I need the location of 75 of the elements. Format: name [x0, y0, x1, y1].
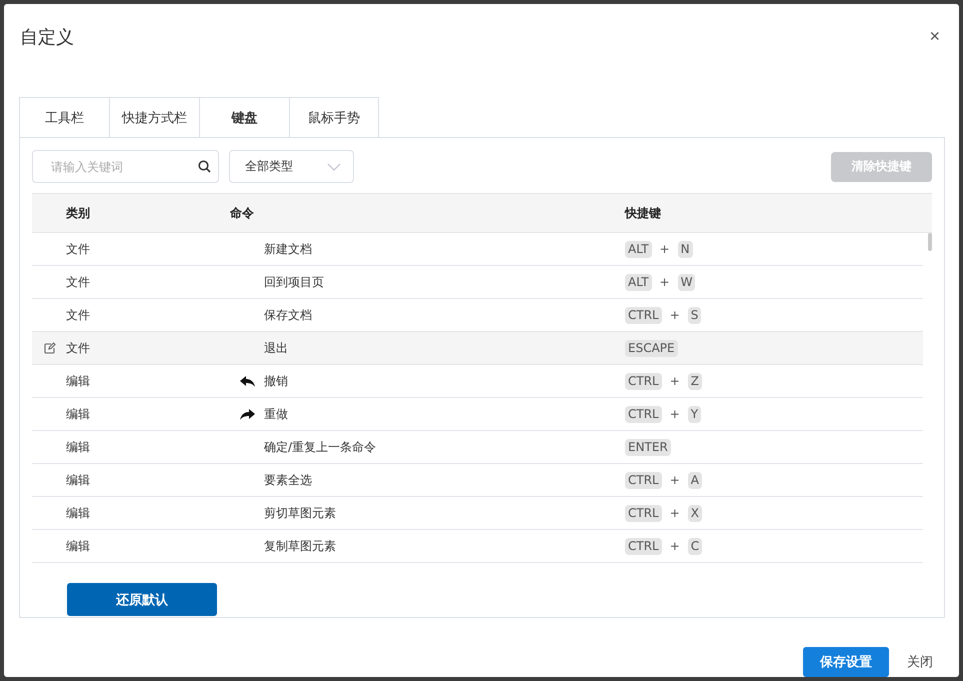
- restore-defaults-button[interactable]: 还原默认: [67, 583, 217, 616]
- tab[interactable]: 键盘: [199, 97, 289, 138]
- category-cell-text: 文件: [66, 240, 91, 258]
- key-cap: CTRL: [625, 372, 662, 390]
- command-cell: 重做: [264, 406, 288, 423]
- search-icon: [198, 160, 211, 174]
- tab[interactable]: 鼠标手势: [289, 97, 379, 138]
- key-cap: S: [688, 306, 702, 324]
- chevron-down-icon: [327, 162, 341, 171]
- category-cell-text: 文件: [66, 340, 91, 357]
- key-cap: C: [688, 538, 702, 555]
- category-cell-text: 文件: [66, 274, 91, 291]
- edit-icon: [42, 342, 56, 354]
- command-cell: 回到项目页: [264, 274, 324, 291]
- key-cap: A: [688, 472, 702, 489]
- plus-sign: +: [668, 506, 681, 520]
- command-cell: 剪切草图元素: [264, 504, 336, 522]
- plus-sign: +: [658, 275, 671, 290]
- key-cap: CTRL: [625, 538, 662, 555]
- plus-sign: +: [668, 539, 681, 554]
- command-cell: 保存文档: [264, 306, 312, 324]
- key-cap: Y: [688, 406, 702, 423]
- close-button[interactable]: ×: [925, 26, 944, 48]
- column-header: 类别: [66, 206, 90, 220]
- scrollbar-thumb[interactable]: [928, 233, 932, 252]
- table-row[interactable]: 编辑 确定/重复上一条命令 ENTER: [32, 431, 923, 464]
- category-cell-text: 编辑: [66, 504, 91, 522]
- command-cell: 复制草图元素: [264, 538, 336, 555]
- tab[interactable]: 快捷方式栏: [109, 97, 199, 138]
- dialog-title: 自定义: [20, 26, 74, 49]
- plus-sign: +: [668, 374, 681, 388]
- table-row[interactable]: 文件 新建文档 ALT + N: [32, 233, 923, 266]
- plus-sign: +: [668, 473, 681, 488]
- key-cap: N: [678, 240, 693, 258]
- column-header: 快捷键: [625, 206, 661, 220]
- key-cap: W: [678, 274, 696, 291]
- close-link[interactable]: 关闭: [903, 653, 937, 671]
- plus-sign: +: [668, 308, 681, 322]
- search-field[interactable]: 请输入关键词: [32, 150, 219, 184]
- key-cap: X: [688, 504, 702, 522]
- key-cap: Z: [688, 372, 702, 390]
- save-settings-button[interactable]: 保存设置: [803, 647, 889, 677]
- table-row[interactable]: 编辑 要素全选 CTRL + A: [32, 464, 923, 498]
- table-row[interactable]: 文件 回到项目页 ALT + W: [32, 266, 923, 300]
- command-cell: 退出: [264, 340, 288, 357]
- command-cell: 要素全选: [264, 472, 312, 489]
- table-row[interactable]: 编辑 重做 CTRL + Y: [32, 398, 923, 432]
- category-cell-text: 编辑: [66, 372, 91, 390]
- category-cell-text: 编辑: [66, 472, 91, 489]
- key-cap: CTRL: [625, 406, 662, 423]
- tab[interactable]: 工具栏: [19, 97, 109, 138]
- plus-sign: +: [658, 242, 671, 256]
- key-cap: ALT: [625, 240, 652, 258]
- key-cap: CTRL: [625, 306, 662, 324]
- category-cell-text: 文件: [66, 306, 91, 324]
- plus-sign: +: [668, 407, 681, 422]
- command-cell: 新建文档: [264, 240, 312, 258]
- key-cap: ALT: [625, 274, 652, 291]
- category-cell-text: 编辑: [66, 406, 91, 423]
- redo-arrow-icon: [239, 408, 256, 421]
- table-row[interactable]: 文件 退出 ESCAPE: [32, 332, 923, 366]
- category-cell-text: 编辑: [66, 438, 91, 456]
- key-cap: CTRL: [625, 472, 662, 489]
- column-header: 命令: [230, 206, 254, 220]
- table-row[interactable]: 编辑 复制草图元素 CTRL + C: [32, 530, 923, 564]
- key-cap: ENTER: [625, 438, 671, 456]
- type-dropdown[interactable]: 全部类型: [229, 150, 354, 184]
- category-cell-text: 编辑: [66, 538, 91, 555]
- key-cap: CTRL: [625, 504, 662, 522]
- command-cell: 撤销: [264, 372, 288, 390]
- undo-arrow-icon: [239, 374, 256, 388]
- key-cap: ESCAPE: [625, 340, 678, 357]
- table-row[interactable]: 编辑 撤销 CTRL + Z: [32, 365, 923, 398]
- table-row[interactable]: 编辑 剪切草图元素 CTRL + X: [32, 497, 923, 530]
- command-cell: 确定/重复上一条命令: [264, 438, 376, 456]
